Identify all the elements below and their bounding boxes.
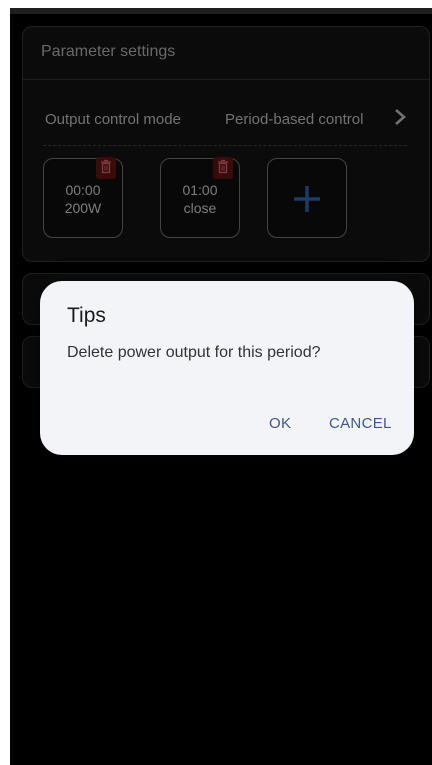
period-card[interactable]: 00:00 200W [43, 157, 123, 238]
trash-icon [218, 159, 228, 174]
dashed-divider [43, 145, 407, 146]
trash-icon [101, 159, 111, 174]
dialog-title: Tips [67, 304, 106, 327]
delete-period-button[interactable] [213, 157, 233, 179]
add-period-button[interactable] [267, 158, 347, 238]
dialog-message: Delete power output for this period? [67, 344, 321, 361]
period-output: close [183, 200, 217, 216]
chevron-right-icon [395, 109, 406, 125]
plus-icon [293, 185, 320, 212]
period-time: 00:00 [65, 182, 101, 198]
panel-divider [23, 79, 429, 80]
ok-button[interactable]: OK [269, 415, 291, 432]
output-control-mode-label: Output control mode [45, 111, 181, 128]
status-bar-strip [10, 8, 432, 14]
panel-title: Parameter settings [41, 43, 176, 60]
period-output: 200W [64, 200, 102, 216]
period-card[interactable]: 01:00 close [160, 157, 240, 238]
output-control-mode-value: Period-based control [225, 111, 364, 128]
delete-period-button[interactable] [96, 157, 116, 179]
delete-confirm-dialog: Tips Delete power output for this period… [40, 281, 414, 455]
cancel-button[interactable]: CANCEL [329, 415, 392, 432]
parameter-settings-panel: Parameter settings Output control mode P… [22, 26, 430, 262]
period-time: 01:00 [182, 182, 218, 198]
